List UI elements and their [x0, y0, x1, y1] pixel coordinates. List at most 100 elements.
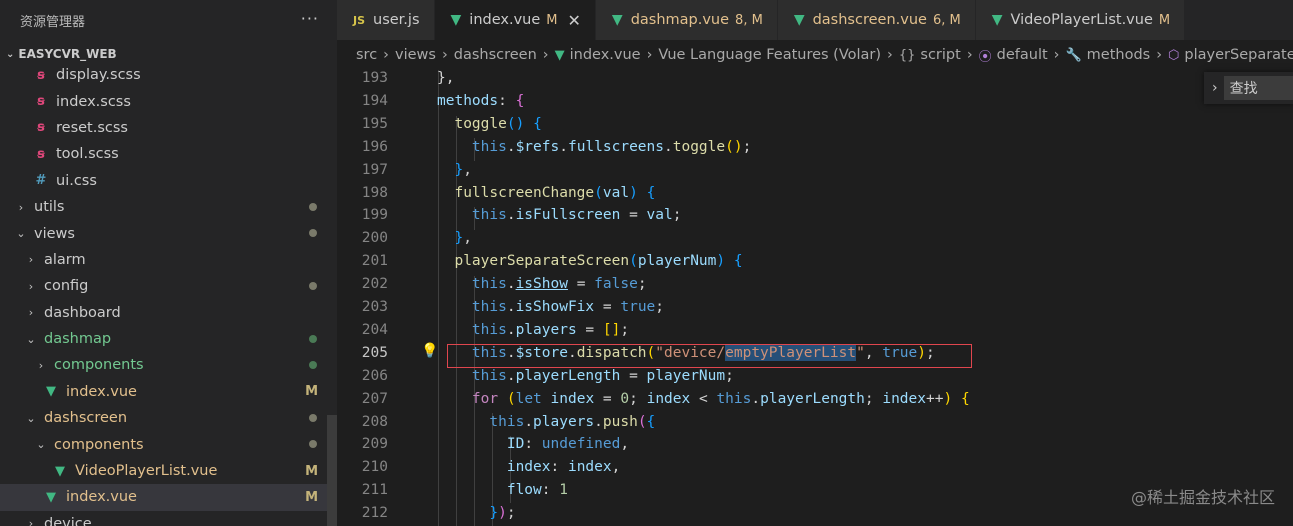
- line-number: 207: [361, 390, 388, 407]
- folder-item[interactable]: ⌄ components: [0, 431, 337, 457]
- code-line[interactable]: },: [437, 162, 471, 178]
- chevron-right-icon: ›: [1053, 47, 1060, 63]
- code-line[interactable]: this.playerLength = playerNum;: [437, 368, 734, 384]
- code-line[interactable]: this.$refs.fullscreens.toggle();: [437, 139, 751, 155]
- file-item[interactable]: ꞩ display.scss: [0, 62, 337, 88]
- editor-tab[interactable]: ▼ dashmap.vue 8, M: [595, 0, 778, 40]
- line-number: 210: [361, 459, 388, 476]
- code-line[interactable]: });: [437, 505, 515, 521]
- breadcrumb-item[interactable]: dashscreen: [454, 47, 537, 63]
- code-line[interactable]: },: [437, 70, 454, 86]
- breadcrumb-item[interactable]: src: [356, 47, 377, 63]
- file-tree: ꞩ display.scss ꞩ index.scss ꞩ reset.scss ꞩ tool…: [0, 62, 337, 526]
- code-line[interactable]: fullscreenChange(val) {: [437, 185, 655, 201]
- folder-item[interactable]: › dashboard: [0, 300, 337, 326]
- line-number: 204: [361, 321, 388, 338]
- folder-item[interactable]: ⌄ views: [0, 220, 337, 246]
- breadcrumb-item[interactable]: script: [920, 47, 960, 63]
- folder-item[interactable]: ⌄ dashmap: [0, 326, 337, 352]
- breadcrumb-item[interactable]: views: [395, 47, 436, 63]
- tree-item-label: components: [54, 436, 144, 453]
- breadcrumb-item[interactable]: playerSeparateScreen: [1184, 47, 1293, 63]
- git-modified-badge: M: [305, 384, 318, 400]
- code-line[interactable]: index: index,: [437, 459, 621, 475]
- file-item[interactable]: # ui.css: [0, 168, 337, 194]
- code-line[interactable]: this.players.push({: [437, 414, 655, 430]
- vue-file-icon: ▼: [450, 12, 462, 28]
- folder-item[interactable]: ⌄ dashscreen: [0, 405, 337, 431]
- code-editor[interactable]: 💡 193}, 194 methods: {195 toggle() {196 th…: [337, 70, 1293, 526]
- line-number: 202: [361, 276, 388, 293]
- folder-item[interactable]: › alarm: [0, 247, 337, 273]
- folder-item[interactable]: › utils: [0, 194, 337, 220]
- code-line[interactable]: ID: undefined,: [437, 436, 629, 452]
- css-icon: #: [35, 173, 47, 189]
- code-line[interactable]: this.$store.dispatch("device/emptyPlayer…: [437, 344, 935, 361]
- vue-file-icon: ▼: [554, 47, 565, 63]
- folder-item[interactable]: › config: [0, 273, 337, 299]
- editor-tab[interactable]: JS user.js: [337, 0, 435, 40]
- braces-icon: {}: [898, 47, 916, 63]
- find-widget[interactable]: › 查找: [1204, 72, 1293, 104]
- file-item[interactable]: ▼ index.vue M: [0, 379, 337, 405]
- breadcrumb: src › views › dashscreen › ▼ index.vue › Vue …: [337, 40, 1293, 70]
- more-actions-icon[interactable]: ···: [301, 9, 319, 28]
- code-line[interactable]: this.players = [];: [437, 322, 629, 338]
- file-item[interactable]: ꞩ tool.scss: [0, 141, 337, 167]
- folder-item[interactable]: › components: [0, 352, 337, 378]
- code-line[interactable]: flow: 1: [437, 482, 568, 498]
- tree-item-label: dashmap: [44, 331, 112, 348]
- git-status-dot: [309, 202, 317, 211]
- file-item[interactable]: ▼ index.vue M: [0, 484, 337, 511]
- breadcrumb-item[interactable]: Vue Language Features (Volar): [658, 47, 881, 63]
- chevron-right-icon: ›: [28, 517, 34, 526]
- chevron-right-icon: ›: [542, 47, 549, 63]
- chevron-down-icon: ⌄: [26, 411, 36, 425]
- file-item[interactable]: ꞩ reset.scss: [0, 115, 337, 141]
- folder-item[interactable]: › device: [0, 511, 337, 526]
- chevron-right-icon: ›: [383, 47, 389, 63]
- code-line[interactable]: toggle() {: [437, 116, 541, 132]
- code-line[interactable]: this.isFullscreen = val;: [437, 207, 682, 223]
- editor-tab[interactable]: ▼ VideoPlayerList.vue M: [975, 0, 1186, 40]
- git-status-dot: [309, 414, 317, 423]
- line-number: 208: [361, 413, 388, 430]
- tree-item-label: VideoPlayerList.vue: [75, 463, 218, 480]
- breadcrumb-item[interactable]: methods: [1087, 47, 1151, 63]
- lightbulb-icon[interactable]: 💡: [421, 343, 438, 359]
- chevron-right-icon: ›: [28, 279, 34, 293]
- tree-item-label: views: [34, 225, 75, 242]
- file-item[interactable]: ▼ VideoPlayerList.vue M: [0, 458, 337, 484]
- sidebar-scrollbar[interactable]: [327, 415, 337, 526]
- code-line[interactable]: methods: {: [437, 93, 524, 109]
- tree-item-label: index.vue: [66, 383, 137, 400]
- breadcrumb-item[interactable]: default: [997, 47, 1048, 63]
- line-number: 200: [361, 230, 388, 247]
- git-status-dot: [309, 282, 317, 291]
- code-line[interactable]: playerSeparateScreen(playerNum) {: [437, 253, 742, 269]
- editor-tab[interactable]: ▼ dashscreen.vue 6, M: [777, 0, 976, 40]
- line-number: 206: [361, 367, 388, 384]
- tree-item-label: reset.scss: [56, 119, 128, 136]
- git-status-dot: [309, 361, 317, 370]
- breadcrumb-item[interactable]: index.vue: [570, 47, 641, 63]
- chevron-right-icon[interactable]: ›: [1212, 80, 1218, 96]
- code-line[interactable]: this.isShow = false;: [437, 276, 647, 292]
- line-number: 203: [361, 299, 388, 315]
- line-number: 205: [361, 344, 388, 361]
- chevron-down-icon: ⌄: [36, 438, 46, 452]
- tab-label: dashmap.vue: [630, 12, 730, 28]
- find-input[interactable]: 查找: [1223, 76, 1293, 100]
- tree-item-label: tool.scss: [56, 146, 119, 163]
- code-line[interactable]: this.isShowFix = true;: [437, 299, 664, 315]
- vue-icon: ▼: [46, 489, 56, 505]
- file-item[interactable]: ꞩ index.scss: [0, 88, 337, 114]
- code-line[interactable]: },: [437, 230, 471, 246]
- tree-item-label: dashboard: [44, 304, 121, 321]
- close-icon[interactable]: ✕: [568, 11, 581, 30]
- cube-icon: ⬡: [1168, 47, 1180, 63]
- editor-tab[interactable]: ▼ index.vue M ✕: [434, 0, 596, 40]
- line-number: 195: [361, 115, 388, 132]
- code-line[interactable]: for (let index = 0; index < this.playerL…: [437, 391, 970, 407]
- tree-item-label: components: [54, 357, 144, 374]
